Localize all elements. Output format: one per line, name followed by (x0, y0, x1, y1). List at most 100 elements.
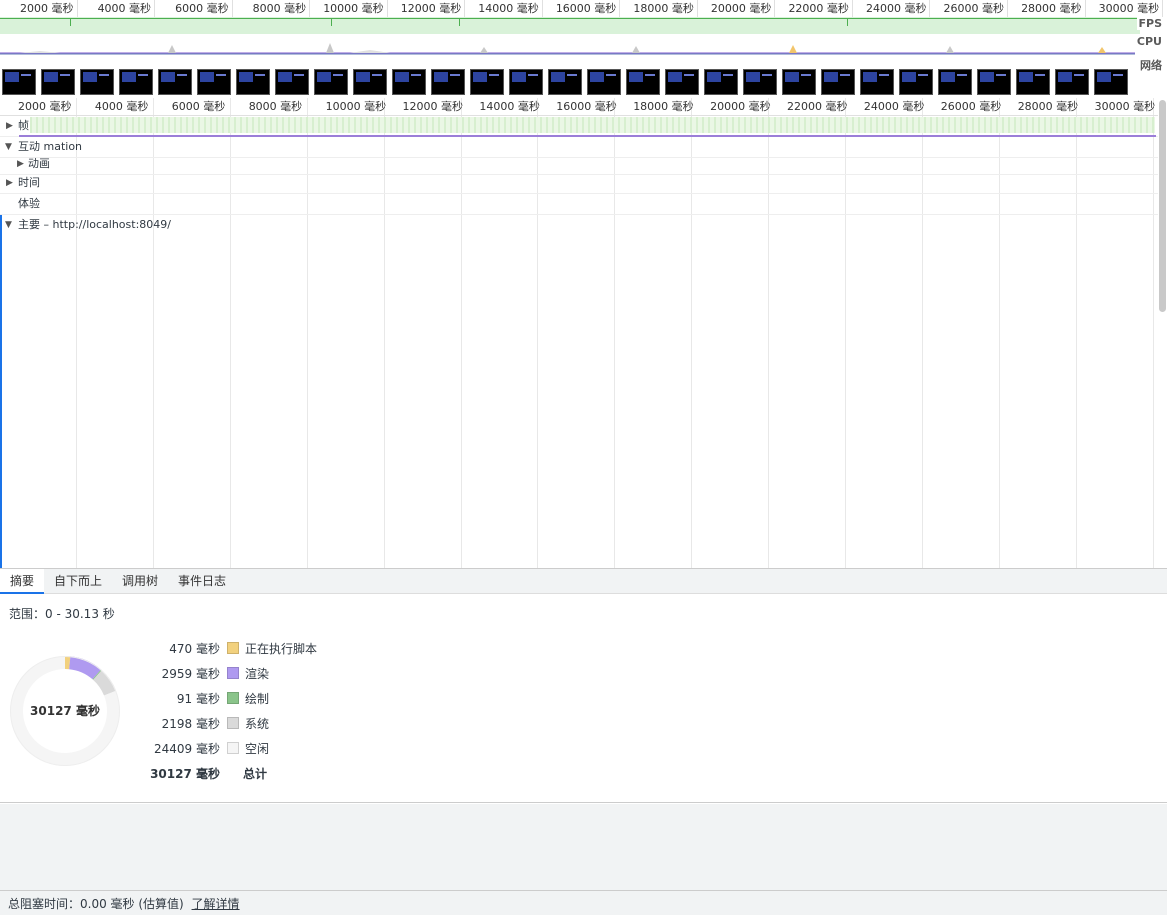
screenshot-thumbnail[interactable] (470, 69, 504, 95)
fps-marker (847, 18, 848, 26)
legend-swatch (227, 667, 239, 679)
timeline-tick-label: 10000 毫秒 (325, 100, 387, 113)
expand-arrow-icon[interactable]: ▶ (17, 154, 24, 174)
frames-bar[interactable] (30, 117, 1155, 133)
overview-tick-label: 4000 毫秒 (78, 0, 156, 17)
expand-arrow-icon[interactable]: ▶ (6, 116, 13, 136)
screenshot-thumbnail[interactable] (2, 69, 36, 95)
fps-line (0, 18, 1140, 19)
screenshot-thumbnail[interactable] (509, 69, 543, 95)
screenshot-thumbnail[interactable] (665, 69, 699, 95)
screenshot-thumbnail[interactable] (1094, 69, 1128, 95)
overview-tick-label: 6000 毫秒 (155, 0, 233, 17)
timeline-ruler: 2000 毫秒 4000 毫秒 6000 毫秒 8000 毫秒 10000 毫秒 1200… (0, 98, 1158, 116)
legend-swatch (227, 692, 239, 704)
timeline-tick-label: 8000 毫秒 (248, 100, 303, 113)
track-main-label: 主要 – http://localhost:8049/ (18, 218, 171, 231)
expand-arrow-icon[interactable]: ▶ (6, 173, 13, 193)
legend-row: 2198 毫秒 系统 (0, 713, 400, 733)
screenshot-thumbnail[interactable] (821, 69, 855, 95)
screenshot-thumbnail[interactable] (1055, 69, 1089, 95)
screenshot-thumbnail[interactable] (41, 69, 75, 95)
overview-tick-label: 20000 毫秒 (698, 0, 776, 17)
screenshot-thumbnail[interactable] (314, 69, 348, 95)
screenshot-thumbnail[interactable] (197, 69, 231, 95)
track-timings-label: 时间 (18, 176, 40, 189)
screenshot-thumbnail[interactable] (860, 69, 894, 95)
legend-swatch (227, 717, 239, 729)
cpu-chart[interactable] (0, 35, 1167, 57)
legend-value: 470 毫秒 (169, 642, 220, 656)
timeline-tick-label: 6000 毫秒 (171, 100, 226, 113)
fps-marker (331, 18, 332, 26)
learn-more-link[interactable]: 了解详情 (192, 897, 240, 911)
overview-tick-label: 12000 毫秒 (388, 0, 466, 17)
timeline-tick-label: 30000 毫秒 (1094, 100, 1156, 113)
track-main[interactable]: ▼ 主要 – http://localhost:8049/ (0, 215, 1158, 236)
timeline-tick-label: 22000 毫秒 (787, 100, 848, 113)
legend-name: 正在执行脚本 (245, 642, 318, 656)
screenshot-thumbnail[interactable] (353, 69, 387, 95)
overview-tick-label: 14000 毫秒 (465, 0, 543, 17)
screenshot-thumbnail[interactable] (938, 69, 972, 95)
tab-summary[interactable]: 摘要 (0, 569, 45, 594)
screenshot-thumbnail[interactable] (275, 69, 309, 95)
main-track-indicator (0, 215, 2, 568)
screenshot-thumbnail[interactable] (1016, 69, 1050, 95)
fps-label: FPS (1136, 17, 1164, 30)
screenshot-thumbnail[interactable] (782, 69, 816, 95)
overview-tick-label: 10000 毫秒 (310, 0, 388, 17)
tab-event-log[interactable]: 事件日志 (168, 569, 236, 594)
legend-name: 系统 (245, 717, 270, 731)
timeline-tick-label: 2000 毫秒 (18, 100, 72, 113)
screenshot-thumbnail[interactable] (899, 69, 933, 95)
timeline-tick-label: 4000 毫秒 (94, 100, 149, 113)
legend-row: 2959 毫秒 渲染 (0, 663, 400, 683)
legend-swatch (227, 742, 239, 754)
track-experience-label: 体验 (18, 197, 40, 210)
legend-value: 91 毫秒 (176, 692, 220, 706)
performance-panel: 2000 毫秒 4000 毫秒 6000 毫秒 8000 毫秒 10000 毫秒 1200… (0, 0, 1167, 915)
overview-tick-label: 22000 毫秒 (775, 0, 853, 17)
track-timings[interactable]: ▶ 时间 (0, 173, 1158, 194)
overview-tick-label: 16000 毫秒 (543, 0, 621, 17)
cpu-label: CPU (1134, 35, 1164, 48)
fps-lane[interactable] (0, 17, 1140, 34)
overview-tick-label: 26000 毫秒 (930, 0, 1009, 17)
tab-bottom-up[interactable]: 自下而上 (44, 569, 112, 594)
timeline-tick-label: 16000 毫秒 (556, 100, 617, 113)
track-animations[interactable]: ▶ 动画 (0, 154, 1158, 175)
overview-tick-label: 24000 毫秒 (853, 0, 931, 17)
overview-tick-label: 28000 毫秒 (1008, 0, 1086, 17)
legend-name: 空闲 (245, 742, 270, 756)
screenshot-thumbnail[interactable] (119, 69, 153, 95)
screenshot-strip[interactable] (0, 66, 1167, 96)
screenshot-thumbnail[interactable] (431, 69, 465, 95)
screenshot-thumbnail[interactable] (743, 69, 777, 95)
overview-tick-label: 30000 毫秒 (1086, 0, 1164, 17)
timeline-tick-label: 28000 毫秒 (1017, 100, 1079, 113)
track-experience[interactable]: 体验 (0, 194, 1158, 215)
timeline-scrollbar[interactable] (1159, 100, 1166, 312)
screenshot-thumbnail[interactable] (977, 69, 1011, 95)
summary-panel: 范围：0 - 30.13 秒 30127 毫秒 470 毫秒 正在执行脚本 2959… (0, 594, 1167, 803)
legend-value: 2198 毫秒 (161, 717, 220, 731)
screenshot-thumbnail[interactable] (392, 69, 426, 95)
legend-name: 绘制 (245, 692, 270, 706)
timeline-tick-label: 14000 毫秒 (479, 100, 540, 113)
fps-marker (70, 18, 71, 26)
details-empty-area (0, 804, 1167, 890)
legend-row: 91 毫秒 绘制 (0, 688, 400, 708)
screenshot-thumbnail[interactable] (548, 69, 582, 95)
overview-ruler: 2000 毫秒 4000 毫秒 6000 毫秒 8000 毫秒 10000 毫秒 1200… (0, 0, 1167, 17)
screenshot-thumbnail[interactable] (704, 69, 738, 95)
network-label: 网络 (1138, 57, 1164, 73)
screenshot-thumbnail[interactable] (587, 69, 621, 95)
screenshot-thumbnail[interactable] (626, 69, 660, 95)
screenshot-thumbnail[interactable] (80, 69, 114, 95)
bottom-tabs: 摘要 自下而上 调用树 事件日志 (0, 568, 1167, 594)
collapse-arrow-icon[interactable]: ▼ (5, 215, 12, 235)
screenshot-thumbnail[interactable] (158, 69, 192, 95)
tab-call-tree[interactable]: 调用树 (112, 569, 168, 594)
screenshot-thumbnail[interactable] (236, 69, 270, 95)
